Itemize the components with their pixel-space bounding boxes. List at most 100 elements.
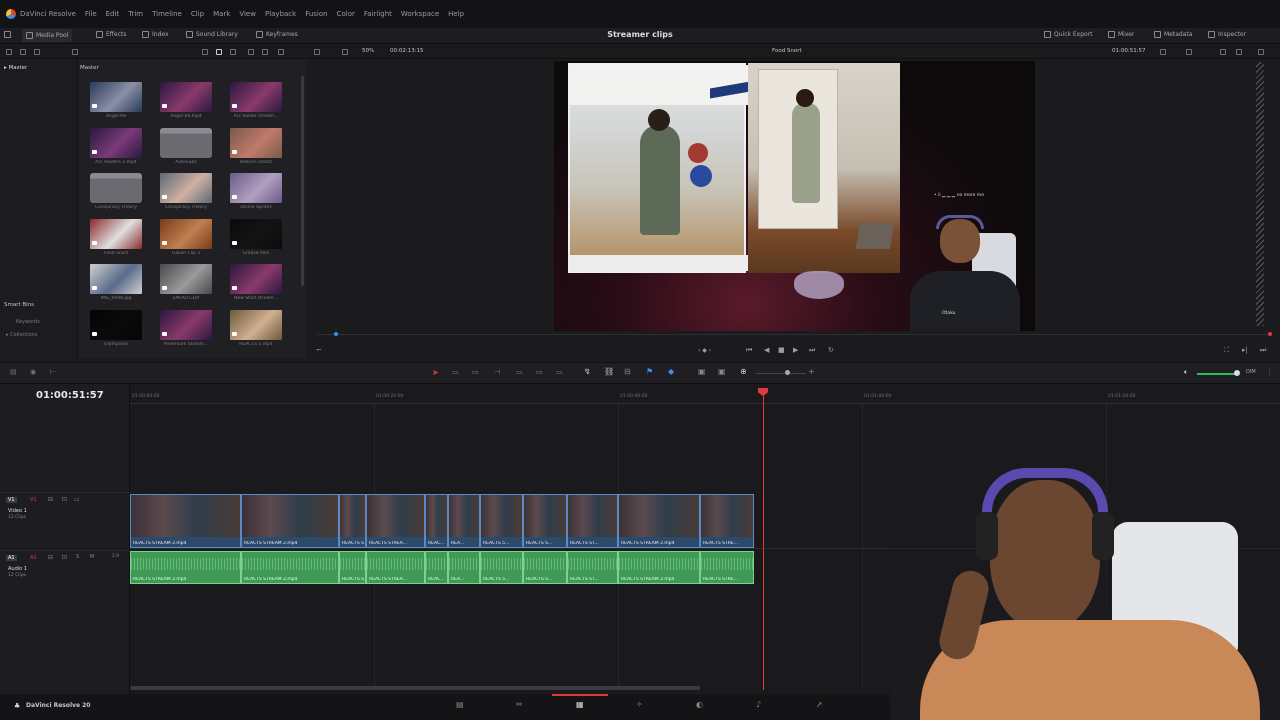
video-clip[interactable]: REACTS ST... (567, 494, 618, 548)
zoom-in-icon[interactable]: + (808, 367, 815, 376)
audio-source-icon[interactable]: A1 (30, 555, 37, 561)
media-pool-item[interactable]: AutoSubs (160, 127, 212, 168)
menu-file[interactable]: File (85, 10, 97, 18)
dynamic-trim-icon[interactable]: ▭ (472, 368, 479, 376)
menu-view[interactable]: View (239, 10, 256, 18)
search-icon[interactable] (248, 49, 254, 55)
metadata-view-icon[interactable] (230, 49, 236, 55)
auto-select-icon[interactable]: ⊡ (62, 554, 67, 561)
media-pool-item[interactable]: Peremium Stream... (160, 309, 212, 350)
menu-workspace[interactable]: Workspace (401, 10, 439, 18)
link-icon[interactable]: ⛓ (604, 367, 614, 376)
mixer-button[interactable]: Mixer (1108, 31, 1134, 38)
fullscreen-icon[interactable] (1258, 49, 1264, 55)
smart-bin-collections[interactable]: ▸ Collections (6, 332, 37, 338)
menu-timeline[interactable]: Timeline (152, 10, 182, 18)
jog-icon[interactable]: ‹ ◆ › (698, 347, 711, 354)
sidebar-toggle-icon[interactable] (6, 49, 12, 55)
timeline-timecode[interactable]: 01:00:51:57 (36, 390, 104, 401)
timeline-scrollbar[interactable] (130, 686, 700, 690)
audio-track-name[interactable]: Audio 1 (8, 566, 27, 572)
media-pool-item[interactable]: Fusion Clip 1 (160, 218, 212, 259)
media-pool-item[interactable]: Conspiracy Theory (90, 173, 142, 213)
solo-button[interactable]: S (76, 554, 79, 560)
replace-icon[interactable]: ▭ (556, 368, 563, 376)
timeline-view-icon[interactable]: ▤ (10, 368, 17, 376)
cut-page-icon[interactable]: ✂ (516, 700, 523, 709)
zoom-slider-handle[interactable] (785, 370, 790, 375)
next-edit-icon[interactable]: ▸| (1242, 346, 1248, 354)
timeline-ruler[interactable]: 01:00:00:00 01:00:20:00 01:00:40:00 01:0… (130, 390, 1280, 404)
dim-button[interactable]: DIM (1246, 369, 1256, 375)
video-clip[interactable]: REACTS STRE... (700, 494, 754, 548)
quick-export-button[interactable]: Quick Export (1044, 31, 1093, 38)
end-marker-icon[interactable]: ⏭ (1260, 346, 1266, 355)
audio-clip[interactable]: REACTS STREAM 2.mp4 (130, 551, 241, 584)
play-icon[interactable]: ▶ (793, 346, 798, 354)
audio-clip[interactable]: REACTS ST... (567, 551, 618, 584)
menu-fusion[interactable]: Fusion (305, 10, 327, 18)
track-id-a1[interactable]: A1 (6, 555, 17, 561)
audio-clip[interactable]: REAC... (425, 551, 448, 584)
expand-icon[interactable] (4, 31, 11, 38)
video-clip[interactable]: REAC... (425, 494, 448, 548)
video-source-icon[interactable]: V1 (30, 497, 37, 503)
metadata-button[interactable]: Metadata (1154, 31, 1192, 38)
track-visible-icon[interactable]: ▭ (74, 496, 80, 503)
media-pool-item[interactable]: Food Snort (90, 218, 142, 259)
lock-track-icon[interactable]: ⊟ (48, 496, 53, 503)
volume-slider[interactable] (1197, 373, 1239, 375)
media-pool-item[interactable]: New Start stream... (230, 264, 282, 304)
scrubber-marker[interactable] (334, 332, 338, 336)
audio-clip[interactable]: REACTS S... (523, 551, 567, 584)
selection-tool-icon[interactable]: ➤ (432, 368, 439, 377)
menu-edit[interactable]: Edit (106, 10, 120, 18)
loop-icon[interactable]: ↻ (828, 346, 834, 354)
audio-view-icon[interactable]: ◉ (30, 368, 36, 376)
menu-fairlight[interactable]: Fairlight (364, 10, 392, 18)
video-clip[interactable]: REACTS STREA... (366, 494, 425, 548)
smart-bin-keywords[interactable]: Keywords (16, 319, 40, 325)
menu-clip[interactable]: Clip (191, 10, 204, 18)
media-pool-button[interactable]: Media Pool (22, 29, 73, 42)
media-pool-item[interactable]: Angel 69 (90, 82, 142, 122)
inspector-button[interactable]: Inspector (1208, 31, 1246, 38)
video-clip[interactable]: REACTS STREAM 2.mp4 (241, 494, 339, 548)
media-pool-item[interactable]: Arc Raiders 2.mp4 (90, 127, 142, 168)
sort-icon[interactable] (72, 49, 78, 55)
marker-icon[interactable]: ◆ (668, 367, 674, 376)
deliver-page-icon[interactable]: ➚ (816, 700, 823, 709)
video-clip[interactable]: REA... (448, 494, 480, 548)
media-pool-item[interactable]: IMG_0698.jpg (90, 264, 142, 304)
bin-master[interactable]: ▸ Master (4, 65, 27, 71)
audio-clip[interactable]: REACTS 5... (480, 551, 523, 584)
insert-icon[interactable]: ▭ (516, 368, 523, 376)
media-pool-item[interactable]: Angel 69.mp4 (160, 82, 212, 122)
media-pool-item[interactable]: REACTS 5.mp4 (230, 309, 282, 350)
more-icon[interactable]: ⋮ (1266, 368, 1273, 376)
play-reverse-icon[interactable]: ◀ (764, 346, 769, 354)
viewer-clip-name[interactable]: Food Snort (772, 48, 802, 54)
audio-clip[interactable]: REACTS STREAM 2.mp4 (618, 551, 700, 584)
trim-tool-icon[interactable]: ▭ (452, 368, 459, 376)
menu-trim[interactable]: Trim (128, 10, 143, 18)
keyframes-button[interactable]: Keyframes (256, 31, 298, 38)
audio-meter-icon[interactable] (1220, 49, 1226, 55)
lock-track-icon[interactable]: ⊟ (48, 554, 53, 561)
audio-clip[interactable]: REACTS STREAM 2.mp4 (339, 551, 366, 584)
auto-select-icon[interactable]: ⊡ (62, 496, 67, 503)
color-icon[interactable] (1236, 49, 1242, 55)
speaker-icon[interactable]: 🔈︎ (1184, 368, 1188, 377)
zoom-icon[interactable]: ⊕ (740, 367, 747, 376)
zoom-full-icon[interactable]: ▣ (698, 367, 706, 376)
flag-icon[interactable]: ⚑ (646, 367, 653, 376)
media-pool-item[interactable]: Conspiracy Theory (160, 173, 212, 213)
mute-button[interactable]: M (90, 554, 94, 560)
video-track-name[interactable]: Video 1 (8, 508, 27, 514)
audio-clip[interactable]: REACTS STREAM 2.mp4 (241, 551, 339, 584)
menu-help[interactable]: Help (448, 10, 464, 18)
index-button[interactable]: Index (142, 31, 169, 38)
edit-page-icon[interactable]: ▦ (576, 700, 584, 709)
fairlight-page-icon[interactable]: ♪ (756, 700, 761, 709)
skip-end-icon[interactable]: ⏭ (809, 346, 815, 355)
